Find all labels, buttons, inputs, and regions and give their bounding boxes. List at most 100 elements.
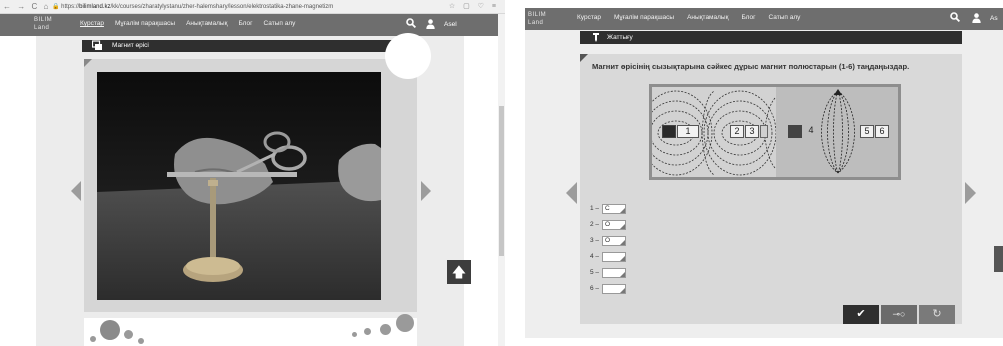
field-lines-left: 1 2 3 [639,87,777,177]
magnet-pole-marker [788,125,802,138]
key-icon: ⊸○ [892,309,906,319]
nav-item-reference[interactable]: Анықтамалық [186,20,227,27]
answer-label: 2 – [590,221,600,228]
answer-dropdown[interactable]: О [602,220,626,230]
check-icon: ✔ [856,308,866,320]
logo-line1: BILIM [528,12,547,18]
url-host: bilimland.kz [79,4,111,10]
decor-dot [138,338,144,344]
nav-item-blog[interactable]: Блог [238,20,252,27]
field-lines-right: 4 5 6 [776,87,898,177]
pole-label-1: 1 [677,125,699,138]
answer-label: 3 – [590,237,600,244]
nav-item-courses[interactable]: Курстар [577,14,601,21]
nav-item-courses[interactable]: Курстар [80,20,104,27]
nav-menu: Курстар Мұғалім парақшасы Анықтамалық Бл… [577,14,800,21]
lesson-video[interactable] [97,72,381,300]
answer-row: 1 – С [590,204,650,214]
answer-dropdown[interactable]: О [602,236,626,246]
decor-dot [380,324,391,335]
decor-dot [364,328,371,335]
browser-extension-icons[interactable]: ☆ ▢ ♡ ≡ [449,2,499,10]
reset-button[interactable]: ↻ [919,305,955,324]
task-instruction: Магнит өрісінің сызықтарына сәйкес дұрыс… [592,62,910,71]
card-corner-decoration [84,59,92,67]
search-icon[interactable] [406,18,417,31]
user-name[interactable]: Asel [444,21,457,28]
pole-label-3: 3 [745,125,759,138]
user-icon[interactable] [972,13,981,25]
url-path: /kk/courses/zharatylystanu/zher-halemsha… [110,4,334,10]
side-panel-tab[interactable] [994,246,1003,272]
answer-label: 6 – [590,285,600,292]
answer-label: 4 – [590,253,600,260]
decor-dot [396,314,414,332]
answer-label: 5 – [590,269,600,276]
reset-icon: ↻ [932,308,942,320]
prev-slide-arrow[interactable] [71,181,81,201]
user-icon[interactable] [426,19,435,31]
decor-dot [124,330,133,339]
decor-dot [352,332,357,337]
answer-dropdown[interactable] [602,252,626,262]
nav-item-blog[interactable]: Блог [741,14,755,21]
nav-item-teacher-page[interactable]: Мұғалім парақшасы [115,20,175,27]
decor-dot [100,320,120,340]
answer-row: 5 – [590,268,650,278]
exercise-section-header: Жаттығу [580,31,962,44]
nav-item-buy[interactable]: Сатып алу [769,14,801,21]
user-name[interactable]: As [990,15,998,22]
nav-menu: Курстар Мұғалім парақшасы Анықтамалық Бл… [80,20,295,27]
nav-item-teacher-page[interactable]: Мұғалім парақшасы [614,14,674,21]
next-slide-arrow[interactable] [965,182,976,204]
pole-label-4: 4 [808,125,814,135]
site-navbar: BILIM Land Курстар Мұғалім парақшасы Аны… [0,14,498,36]
section-title: Магнит өрісі [112,42,149,49]
next-slide-arrow[interactable] [421,181,431,201]
bilimland-logo[interactable]: BILIM Land [528,11,546,27]
logo-line1: BILIM [34,17,53,23]
address-bar[interactable]: 🔒 https://bilimland.kz/kk/courses/zharat… [52,3,333,10]
nav-item-buy[interactable]: Сатып алу [264,20,296,27]
video-icon [91,40,103,53]
bilimland-logo[interactable]: BILIM Land [34,16,56,32]
exercise-panel: Магнит өрісінің сызықтарына сәйкес дұрыс… [580,54,962,324]
browser-nav-buttons[interactable]: ← → C ⌂ [3,2,50,11]
url-prefix: 🔒 https:// [52,4,80,10]
magnet-pole-marker [760,125,768,138]
video-frame [97,72,381,300]
scroll-to-top-button[interactable]: 🡅 [447,260,471,284]
answer-row: 3 – О [590,236,650,246]
answer-label: 1 – [590,205,600,212]
arrow-up-icon: 🡅 [451,264,467,280]
answer-dropdown[interactable] [602,284,626,294]
answer-dropdown[interactable] [602,268,626,278]
prev-slide-arrow[interactable] [566,182,577,204]
section-title: Жаттығу [607,34,633,41]
next-card-decoration [84,314,417,346]
panel-corner-decoration [580,54,588,62]
answer-dropdown[interactable]: С [602,204,626,214]
scrollbar-thumb[interactable] [499,106,504,256]
page-scrollbar[interactable] [498,14,505,346]
magnet-pole-marker [662,125,676,138]
magnetic-field-figure: 1 2 3 4 5 6 [639,84,901,180]
logo-line2: Land [528,20,544,26]
pole-label-5: 5 [860,125,874,138]
pencil-icon [592,32,600,45]
site-navbar: BILIM Land Курстар Мұғалім парақшасы Аны… [525,8,1003,30]
show-answer-button[interactable]: ⊸○ [881,305,917,324]
decor-dot [90,336,96,342]
logo-line2: Land [34,25,50,31]
pole-label-6: 6 [875,125,889,138]
pole-label-2: 2 [730,125,744,138]
left-screenshot: ← → C ⌂ 🔒 https://bilimland.kz/kk/course… [0,0,505,346]
answer-row: 2 – О [590,220,650,230]
video-card [84,33,431,312]
check-answer-button[interactable]: ✔ [843,305,879,324]
browser-toolbar: ← → C ⌂ 🔒 https://bilimland.kz/kk/course… [0,0,505,14]
right-screenshot: BILIM Land Курстар Мұғалім парақшасы Аны… [525,8,1003,338]
search-icon[interactable] [950,12,961,25]
nav-item-reference[interactable]: Анықтамалық [687,14,728,21]
answer-row: 6 – [590,284,650,294]
